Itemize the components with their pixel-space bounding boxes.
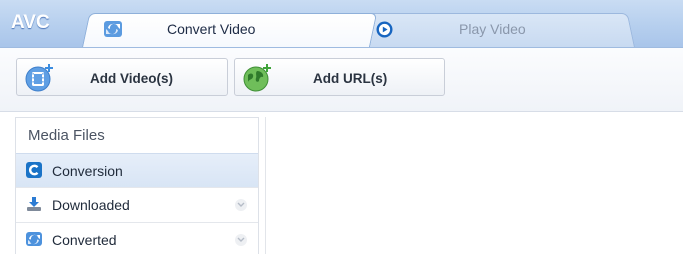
add-video-label: Add Video(s)	[90, 71, 174, 86]
sidebar-item-downloaded[interactable]: Downloaded	[16, 187, 258, 221]
sidebar-item-label: Converted	[52, 232, 117, 248]
sidebar-item-label: Downloaded	[52, 197, 130, 213]
play-icon	[376, 21, 393, 38]
sidebar-item-converted[interactable]: Converted	[16, 222, 258, 256]
media-sidebar: Media Files Conversion Downloaded Conver…	[15, 117, 259, 254]
converted-icon	[26, 232, 42, 246]
tab-play-label: Play Video	[459, 21, 526, 37]
add-video-button[interactable]: Add Video(s)	[16, 58, 228, 96]
tab-convert-label: Convert Video	[167, 21, 256, 37]
app-logo: AVC	[11, 12, 50, 33]
add-url-button[interactable]: Add URL(s)	[234, 58, 445, 96]
file-list-area[interactable]	[265, 117, 683, 254]
convert-icon	[104, 21, 122, 37]
toolbar: Add Video(s) Add URL(s)	[0, 47, 683, 112]
conversion-icon	[26, 162, 42, 178]
sidebar-header: Media Files	[28, 127, 105, 144]
add-video-icon	[25, 64, 53, 92]
sidebar-item-conversion[interactable]: Conversion	[16, 153, 258, 187]
download-icon	[27, 197, 41, 211]
chevron-down-icon[interactable]	[235, 199, 247, 211]
chevron-down-icon[interactable]	[235, 234, 247, 246]
add-url-label: Add URL(s)	[313, 71, 388, 86]
sidebar-item-label: Conversion	[52, 163, 123, 179]
globe-icon	[243, 64, 271, 92]
tab-bar: AVC Convert Video Play Video	[0, 0, 683, 47]
